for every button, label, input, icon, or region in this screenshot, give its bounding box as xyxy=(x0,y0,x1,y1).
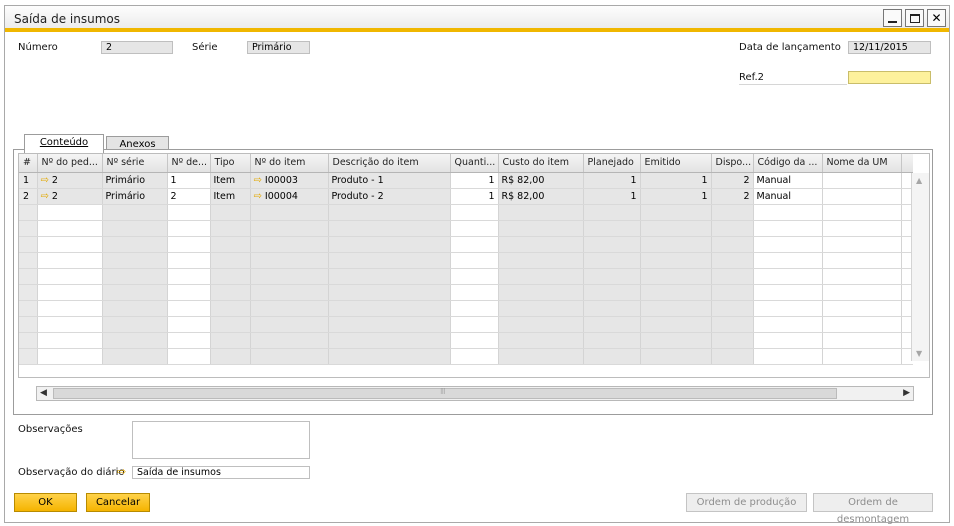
nde-cell[interactable]: 2 xyxy=(167,188,211,205)
maximize-button[interactable] xyxy=(905,9,924,27)
maximize-icon xyxy=(906,10,923,26)
tab-conteudo-label: Conteúdo xyxy=(39,137,89,148)
observacoes-label: Observações xyxy=(18,424,83,435)
col-header-disponivel[interactable]: Dispo... xyxy=(711,154,754,173)
custo-cell[interactable]: R$ 82,00 xyxy=(498,188,584,205)
serie-label: Série xyxy=(192,42,218,53)
table-row[interactable]: 1 ⇨ 2 Primário 1 Item ⇨ I00003 Produto - 1 1 R$ 82… xyxy=(19,172,913,189)
quantidade-cell[interactable]: 1 xyxy=(450,188,499,205)
arrow-right-icon[interactable]: ⇨ xyxy=(41,191,49,202)
serie-cell[interactable]: Primário xyxy=(102,172,168,189)
grip-icon: ⁝⁝⁝ xyxy=(440,387,446,396)
numero-field[interactable]: 2 xyxy=(101,41,173,54)
items-grid[interactable]: # Nº do ped... Nº série Nº de... Tipo Nº… xyxy=(18,153,930,378)
planejado-cell[interactable]: 1 xyxy=(583,188,641,205)
scroll-left-icon[interactable]: ◀ xyxy=(40,388,47,398)
um-cell[interactable] xyxy=(822,172,902,189)
ref2-field[interactable] xyxy=(848,71,931,84)
col-header-item[interactable]: Nº do item xyxy=(250,154,329,173)
close-button[interactable]: ✕ xyxy=(927,9,946,27)
production-order-button[interactable]: Ordem de produção xyxy=(686,493,807,512)
col-header-more[interactable] xyxy=(901,154,913,173)
table-header-row: # Nº do ped... Nº série Nº de... Tipo Nº… xyxy=(19,154,913,173)
col-header-descricao[interactable]: Descrição do item xyxy=(328,154,451,173)
items-table: # Nº do ped... Nº série Nº de... Tipo Nº… xyxy=(19,154,913,365)
arrow-right-icon[interactable]: ⇨ xyxy=(41,175,49,186)
empty-row[interactable] xyxy=(19,252,913,269)
horizontal-scroll-thumb[interactable]: ⁝⁝⁝ xyxy=(53,387,837,399)
quantidade-cell[interactable]: 1 xyxy=(450,172,499,189)
col-header-nome-um[interactable]: Nome da UM xyxy=(822,154,902,173)
numero-label: Número xyxy=(18,42,58,53)
scroll-right-icon[interactable]: ▶ xyxy=(903,388,910,398)
custo-cell[interactable]: R$ 82,00 xyxy=(498,172,584,189)
empty-row[interactable] xyxy=(19,220,913,237)
col-header-planejado[interactable]: Planejado xyxy=(583,154,641,173)
col-header-pedido[interactable]: Nº do ped... xyxy=(37,154,103,173)
empty-row[interactable] xyxy=(19,316,913,333)
empty-row[interactable] xyxy=(19,236,913,253)
col-header-emitido[interactable]: Emitido xyxy=(640,154,712,173)
arrow-right-icon[interactable]: ⇨ xyxy=(117,465,126,478)
codigo-cell[interactable]: Manual xyxy=(753,172,823,189)
col-header-nde[interactable]: Nº de... xyxy=(167,154,211,173)
serie-cell[interactable]: Primário xyxy=(102,188,168,205)
observacoes-textarea[interactable] xyxy=(132,421,310,459)
col-header-custo[interactable]: Custo do item xyxy=(498,154,584,173)
col-header-tipo[interactable]: Tipo xyxy=(210,154,251,173)
title-bar[interactable]: Saída de insumos ✕ xyxy=(5,6,949,32)
descricao-cell[interactable]: Produto - 2 xyxy=(328,188,451,205)
cancel-button[interactable]: Cancelar xyxy=(86,493,150,512)
window-title: Saída de insumos xyxy=(14,12,120,26)
content-panel: # Nº do ped... Nº série Nº de... Tipo Nº… xyxy=(13,149,933,415)
vertical-scrollbar[interactable]: ▲ ▼ xyxy=(911,173,929,361)
arrow-right-icon[interactable]: ⇨ xyxy=(254,175,262,186)
um-cell[interactable] xyxy=(822,188,902,205)
pedido-cell[interactable]: ⇨ 2 xyxy=(37,188,103,205)
col-header-serie[interactable]: Nº série xyxy=(102,154,168,173)
tipo-cell[interactable]: Item xyxy=(210,188,251,205)
empty-row[interactable] xyxy=(19,268,913,285)
serie-field[interactable]: Primário xyxy=(247,41,310,54)
row-number[interactable]: 1 xyxy=(19,172,38,189)
arrow-right-icon[interactable]: ⇨ xyxy=(254,191,262,202)
descricao-cell[interactable]: Produto - 1 xyxy=(328,172,451,189)
close-icon: ✕ xyxy=(931,11,942,25)
scroll-down-icon[interactable]: ▼ xyxy=(916,349,922,358)
empty-row[interactable] xyxy=(19,204,913,221)
minimize-button[interactable] xyxy=(883,9,902,27)
nde-cell[interactable]: 1 xyxy=(167,172,211,189)
item-cell[interactable]: ⇨ I00004 xyxy=(250,188,329,205)
emitido-cell[interactable]: 1 xyxy=(640,188,712,205)
diario-label: Observação do diário xyxy=(18,467,125,478)
empty-row[interactable] xyxy=(19,332,913,349)
horizontal-scrollbar[interactable]: ◀ ⁝⁝⁝ ▶ xyxy=(36,386,914,401)
row-number[interactable]: 2 xyxy=(19,188,38,205)
item-cell[interactable]: ⇨ I00003 xyxy=(250,172,329,189)
codigo-cell[interactable]: Manual xyxy=(753,188,823,205)
col-header-quantidade[interactable]: Quanti... xyxy=(450,154,499,173)
tipo-cell[interactable]: Item xyxy=(210,172,251,189)
diario-field[interactable]: Saída de insumos xyxy=(132,466,310,479)
scroll-up-icon[interactable]: ▲ xyxy=(916,176,922,185)
disponivel-cell[interactable]: 2 xyxy=(711,188,754,205)
col-header-row-number[interactable]: # xyxy=(19,154,38,173)
empty-row[interactable] xyxy=(19,348,913,365)
data-lancamento-label: Data de lançamento xyxy=(739,42,841,53)
col-header-codigo[interactable]: Código da ... xyxy=(753,154,823,173)
empty-row[interactable] xyxy=(19,300,913,317)
ok-button[interactable]: OK xyxy=(14,493,77,512)
ref2-label: Ref.2 xyxy=(739,72,764,83)
table-row[interactable]: 2 ⇨ 2 Primário 2 Item ⇨ I00004 Produto - 2 1 R$ 82… xyxy=(19,188,913,205)
data-lancamento-field[interactable]: 12/11/2015 xyxy=(848,41,931,54)
disponivel-cell[interactable]: 2 xyxy=(711,172,754,189)
planejado-cell[interactable]: 1 xyxy=(583,172,641,189)
minimize-icon xyxy=(884,10,901,26)
pedido-cell[interactable]: ⇨ 2 xyxy=(37,172,103,189)
empty-row[interactable] xyxy=(19,284,913,301)
emitido-cell[interactable]: 1 xyxy=(640,172,712,189)
disassembly-order-button[interactable]: Ordem de desmontagem xyxy=(813,493,933,525)
tab-conteudo[interactable]: Conteúdo xyxy=(24,134,104,153)
